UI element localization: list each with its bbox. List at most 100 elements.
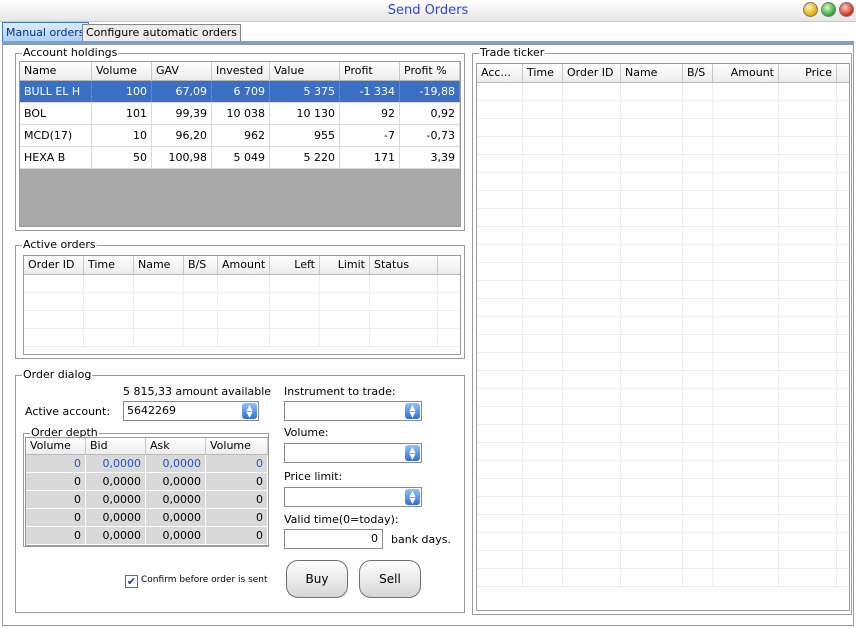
spinner-arrows-icon: ▲ ▼ (405, 445, 420, 461)
cell-volume: 50 (92, 147, 152, 168)
price-limit-select[interactable]: ▲ ▼ (284, 487, 422, 507)
cell-profit: -7 (340, 125, 400, 146)
trade-ticker-body (477, 83, 849, 587)
sell-button[interactable]: Sell (359, 560, 421, 598)
minimize-button[interactable] (803, 2, 818, 17)
cell-profit-pct: 3,39 (400, 147, 460, 168)
col-limit[interactable]: Limit (320, 256, 370, 274)
cell-ask: 0,0000 (146, 509, 206, 526)
empty-row (477, 173, 849, 191)
active-account-label: Active account: (25, 405, 111, 418)
account-holdings-legend: Account holdings (23, 46, 118, 59)
cell-bid-volume: 0 (26, 473, 86, 490)
confirm-checkbox[interactable]: ✔ (125, 575, 138, 588)
cell-invested: 5 049 (212, 147, 270, 168)
cell-name: BOL (20, 103, 92, 124)
close-button[interactable] (839, 2, 854, 17)
col-order-id[interactable]: Order ID (563, 64, 621, 82)
col-volume[interactable]: Volume (92, 62, 152, 80)
col-left[interactable]: Left (270, 256, 320, 274)
table-row[interactable]: BULL EL H 100 67,09 6 709 5 375 -1 334 -… (20, 81, 460, 103)
valid-time-label: Valid time(0=today): (284, 513, 399, 526)
depth-row: 0 0,0000 0,0000 0 (26, 509, 268, 527)
table-row[interactable]: MCD(17) 10 96,20 962 955 -7 -0,73 (20, 125, 460, 147)
empty-row (477, 263, 849, 281)
cell-ask-volume: 0 (206, 455, 268, 472)
col-gav[interactable]: GAV (152, 62, 212, 80)
valid-time-input[interactable]: 0 (284, 529, 383, 549)
col-name[interactable]: Name (621, 64, 683, 82)
empty-row (477, 335, 849, 353)
trade-ticker-table[interactable]: Acc... Time Order ID Name B/S Amount Pri… (476, 63, 850, 611)
spinner-arrows-icon: ▲ ▼ (242, 403, 257, 419)
empty-row (477, 137, 849, 155)
empty-row (477, 533, 849, 551)
volume-select[interactable]: ▲ ▼ (284, 443, 422, 463)
cell-value: 5 220 (270, 147, 340, 168)
order-depth-header: Volume Bid Ask Volume (26, 438, 268, 455)
cell-name: MCD(17) (20, 125, 92, 146)
window-title: Send Orders (387, 3, 469, 18)
cell-volume: 101 (92, 103, 152, 124)
empty-row (477, 317, 849, 335)
empty-row (24, 311, 460, 329)
table-row[interactable]: HEXA B 50 100,98 5 049 5 220 171 3,39 (20, 147, 460, 169)
cell-profit-pct: 0,92 (400, 103, 460, 124)
volume-label: Volume: (284, 426, 329, 439)
col-time[interactable]: Time (84, 256, 134, 274)
cell-bid: 0,0000 (86, 455, 146, 472)
cell-bid-volume: 0 (26, 491, 86, 508)
cell-bid: 0,0000 (86, 527, 146, 544)
empty-row (477, 515, 849, 533)
active-orders-legend: Active orders (23, 238, 96, 251)
col-amount[interactable]: Amount (713, 64, 779, 82)
cell-profit-pct: -0,73 (400, 125, 460, 146)
col-status[interactable]: Status (370, 256, 438, 274)
col-order-id[interactable]: Order ID (24, 256, 84, 274)
col-ask-volume: Volume (206, 438, 268, 454)
col-time[interactable]: Time (523, 64, 563, 82)
holdings-table[interactable]: Name Volume GAV Invested Value Profit Pr… (19, 61, 461, 227)
empty-row (477, 407, 849, 425)
empty-row (477, 371, 849, 389)
table-row[interactable]: BOL 101 99,39 10 038 10 130 92 0,92 (20, 103, 460, 125)
col-bs[interactable]: B/S (683, 64, 713, 82)
instrument-select[interactable]: ▲ ▼ (284, 401, 422, 421)
col-profit-pct[interactable]: Profit % (400, 62, 460, 80)
tab-manual-orders[interactable]: Manual orders (2, 22, 89, 42)
col-price[interactable]: Price (779, 64, 837, 82)
col-value[interactable]: Value (270, 62, 340, 80)
depth-row: 0 0,0000 0,0000 0 (26, 491, 268, 509)
empty-row (477, 101, 849, 119)
cell-volume: 10 (92, 125, 152, 146)
col-name[interactable]: Name (20, 62, 92, 80)
active-account-value: 5642269 (127, 404, 176, 417)
bank-days-label: bank days. (391, 533, 452, 546)
empty-row (477, 551, 849, 569)
col-account[interactable]: Acc... (477, 64, 523, 82)
col-amount[interactable]: Amount (218, 256, 270, 274)
col-profit[interactable]: Profit (340, 62, 400, 80)
spinner-arrows-icon: ▲ ▼ (405, 403, 420, 419)
col-invested[interactable]: Invested (212, 62, 270, 80)
tab-configure-automatic-orders[interactable]: Configure automatic orders (82, 24, 241, 42)
col-name[interactable]: Name (134, 256, 184, 274)
cell-invested: 6 709 (212, 81, 270, 102)
empty-row (477, 479, 849, 497)
active-orders-table[interactable]: Order ID Time Name B/S Amount Left Limit… (23, 255, 461, 355)
holdings-header: Name Volume GAV Invested Value Profit Pr… (20, 62, 460, 81)
empty-row (477, 569, 849, 587)
depth-row: 0 0,0000 0,0000 0 (26, 455, 268, 473)
cell-profit: 92 (340, 103, 400, 124)
maximize-button[interactable] (821, 2, 836, 17)
cell-ask-volume: 0 (206, 509, 268, 526)
buy-button[interactable]: Buy (286, 560, 348, 598)
trade-ticker-legend: Trade ticker (480, 46, 545, 59)
cell-value: 5 375 (270, 81, 340, 102)
empty-row (477, 461, 849, 479)
instrument-label: Instrument to trade: (284, 385, 396, 398)
active-account-select[interactable]: 5642269 ▲ ▼ (123, 401, 259, 421)
col-bs[interactable]: B/S (184, 256, 218, 274)
empty-row (477, 389, 849, 407)
empty-row (477, 191, 849, 209)
